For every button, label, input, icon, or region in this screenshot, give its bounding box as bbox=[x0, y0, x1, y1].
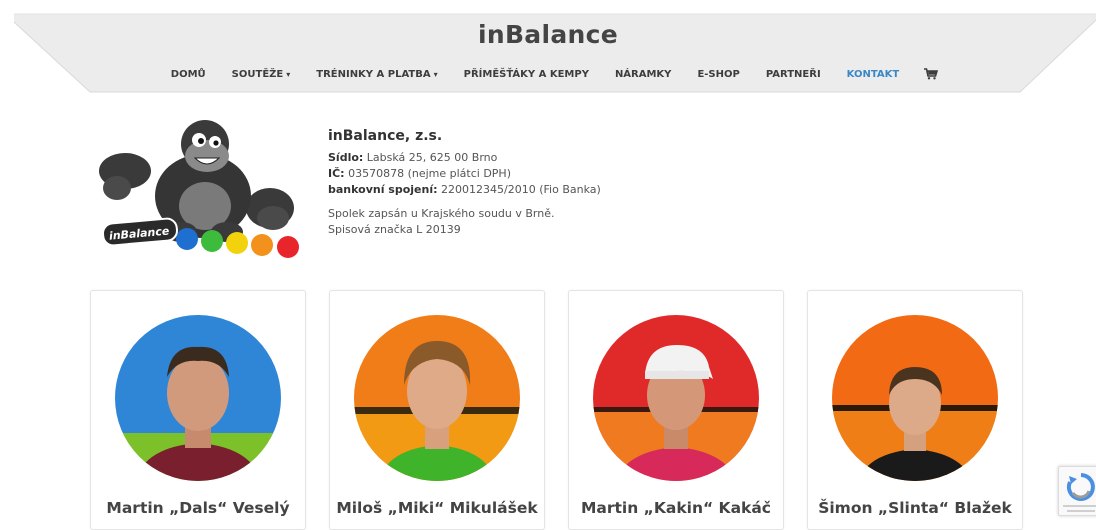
organization-name: inBalance, z.s. bbox=[328, 128, 443, 144]
nav-item-partneri[interactable]: PARTNEŘI bbox=[766, 69, 821, 80]
recaptcha-icon bbox=[1063, 473, 1096, 512]
nav-item-souteze[interactable]: SOUTĚŽE ▾ bbox=[232, 69, 291, 80]
site-header: inBalance DOMŮ SOUTĚŽE ▾ TRÉNINKY A PLATB… bbox=[0, 0, 1096, 96]
nav-item-eshop[interactable]: E-SHOP bbox=[697, 69, 739, 80]
team-member-photo bbox=[832, 315, 998, 481]
team-card: Šimon „Slinta“ Blažek bbox=[807, 290, 1023, 530]
team-card: Martin „Kakin“ Kakáč bbox=[568, 290, 784, 530]
inbalance-gorilla-logo: inBalance bbox=[99, 120, 299, 258]
nav-item-treninky[interactable]: TRÉNINKY A PLATBA ▾ bbox=[316, 69, 437, 80]
caret-down-icon: ▾ bbox=[286, 69, 291, 79]
organization-info: inBalance, z.s. Sídlo: Labská 25, 625 00… bbox=[328, 128, 601, 238]
team-member-name: Martin „Kakin“ Kakáč bbox=[580, 499, 771, 517]
team-member-photo bbox=[115, 315, 281, 481]
main-nav: DOMŮ SOUTĚŽE ▾ TRÉNINKY A PLATBA ▾ PŘÍMĚŠŤ… bbox=[0, 68, 1096, 80]
team-member-name: Šimon „Slinta“ Blažek bbox=[818, 499, 1012, 517]
nav-item-domu[interactable]: DOMŮ bbox=[171, 69, 206, 80]
seat-line: Sídlo: Labská 25, 625 00 Brno bbox=[328, 151, 498, 164]
cart-icon[interactable] bbox=[924, 68, 939, 80]
bank-line: bankovní spojení: 220012345/2010 (Fio Ba… bbox=[328, 183, 601, 196]
team-member-photo bbox=[354, 315, 520, 481]
ic-line: IČ: 03570878 (nejme plátci DPH) bbox=[328, 167, 511, 180]
team-card: Miloš „Miki“ Mikulášek bbox=[329, 290, 545, 530]
register-line-1: Spolek zapsán u Krajského soudu v Brně. bbox=[328, 207, 555, 220]
caret-down-icon: ▾ bbox=[433, 69, 438, 79]
team-card: Martin „Dals“ Veselý bbox=[90, 290, 306, 530]
nav-item-kontakt[interactable]: KONTAKT bbox=[847, 69, 900, 80]
team-member-photo bbox=[593, 315, 759, 481]
nav-item-primestaky[interactable]: PŘÍMĚŠŤÁKY A KEMPY bbox=[464, 69, 589, 80]
site-title[interactable]: inBalance bbox=[0, 20, 1096, 49]
team-member-name: Martin „Dals“ Veselý bbox=[106, 499, 290, 517]
register-line-2: Spisová značka L 20139 bbox=[328, 223, 461, 236]
nav-item-naramky[interactable]: NÁRAMKY bbox=[615, 69, 672, 80]
team-member-name: Miloš „Miki“ Mikulášek bbox=[336, 499, 538, 517]
recaptcha-badge[interactable] bbox=[1058, 466, 1096, 516]
